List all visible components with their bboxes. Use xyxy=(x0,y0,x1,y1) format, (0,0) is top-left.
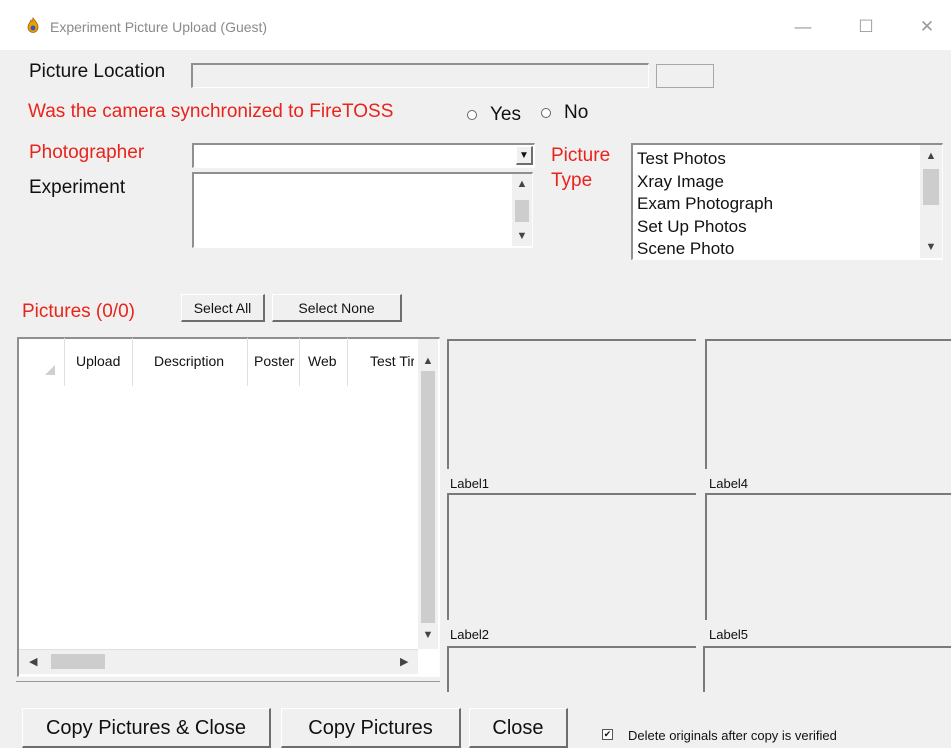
preview-panel-4[interactable] xyxy=(705,339,951,469)
grid-body[interactable] xyxy=(19,387,418,627)
scroll-down-icon[interactable]: ▼ xyxy=(920,241,942,253)
preview-panel-6[interactable] xyxy=(703,646,951,692)
window-title: Experiment Picture Upload (Guest) xyxy=(50,19,268,35)
grid-vertical-scrollbar[interactable]: ▲ ▼ xyxy=(418,339,438,649)
preview-panel-1[interactable] xyxy=(447,339,696,469)
column-separator xyxy=(299,338,300,386)
scroll-up-icon[interactable]: ▲ xyxy=(418,355,438,367)
close-button[interactable]: Close xyxy=(469,708,568,748)
grid-horizontal-scrollbar[interactable]: ◀ ▶ xyxy=(19,649,418,674)
grid-status-strip xyxy=(16,681,440,691)
scroll-thumb[interactable] xyxy=(51,654,105,669)
preview-label-4: Label4 xyxy=(709,476,749,491)
scroll-thumb[interactable] xyxy=(923,169,939,205)
picture-location-label: Picture Location xyxy=(29,61,166,82)
photographer-value xyxy=(194,147,198,163)
select-none-button[interactable]: Select None xyxy=(272,294,402,322)
preview-panel-3[interactable] xyxy=(447,646,696,692)
copy-pictures-close-button[interactable]: Copy Pictures & Close xyxy=(22,708,271,748)
chevron-down-icon[interactable]: ▼ xyxy=(516,146,533,165)
copy-pictures-button[interactable]: Copy Pictures xyxy=(281,708,461,748)
experiment-scrollbar[interactable]: ▲ ▼ xyxy=(512,174,532,246)
scroll-thumb[interactable] xyxy=(515,200,529,222)
column-header-description[interactable]: Description xyxy=(154,353,224,369)
column-separator xyxy=(347,338,348,386)
column-separator xyxy=(247,338,248,386)
column-header-poster[interactable]: Poster xyxy=(254,353,294,369)
title-bar: Experiment Picture Upload (Guest) — ☐ ✕ xyxy=(0,0,951,50)
preview-label-1: Label1 xyxy=(450,476,490,491)
preview-label-2: Label2 xyxy=(450,627,490,642)
pictures-grid[interactable]: ▲ ▼ ◀ ▶ xyxy=(17,337,440,677)
browse-button[interactable] xyxy=(656,64,714,88)
flame-icon xyxy=(27,17,39,33)
picture-location-value xyxy=(193,67,197,83)
delete-originals-label: Delete originals after copy is verified xyxy=(628,728,837,743)
column-header-web[interactable]: Web xyxy=(308,353,337,369)
picture-location-field[interactable] xyxy=(191,63,649,88)
picture-type-listbox[interactable]: Test Photos Xray Image Exam Photograph S… xyxy=(631,143,943,260)
sync-no-radio[interactable] xyxy=(541,108,551,118)
picture-type-item[interactable]: Xray Image xyxy=(637,171,773,194)
scroll-down-icon[interactable]: ▼ xyxy=(512,230,532,242)
scroll-right-icon[interactable]: ▶ xyxy=(400,655,408,668)
experiment-value xyxy=(194,174,198,190)
select-all-button[interactable]: Select All xyxy=(181,294,265,322)
scroll-left-icon[interactable]: ◀ xyxy=(29,655,37,668)
maximize-button[interactable]: ☐ xyxy=(851,12,881,42)
sync-no-label: No xyxy=(564,102,589,123)
picture-type-scrollbar[interactable]: ▲ ▼ xyxy=(920,145,942,258)
experiment-textarea[interactable]: ▲ ▼ xyxy=(192,172,533,248)
column-header-upload[interactable]: Upload xyxy=(76,353,120,369)
scroll-up-icon[interactable]: ▲ xyxy=(512,178,532,190)
picture-type-label-line1: Picture xyxy=(551,145,611,166)
minimize-button[interactable]: — xyxy=(788,12,818,42)
sync-yes-radio[interactable] xyxy=(467,110,477,120)
scroll-thumb[interactable] xyxy=(421,371,435,623)
column-header-test-time[interactable]: Test Tir xyxy=(370,353,414,369)
photographer-label: Photographer xyxy=(29,142,145,163)
scroll-corner xyxy=(418,649,438,673)
sync-question-label: Was the camera synchronized to FireTOSS xyxy=(28,101,394,122)
picture-type-item[interactable]: Set Up Photos xyxy=(637,216,773,239)
scroll-up-icon[interactable]: ▲ xyxy=(920,150,942,162)
delete-originals-checkbox[interactable]: ✔ xyxy=(602,729,613,740)
picture-type-item[interactable]: Test Photos xyxy=(637,148,773,171)
column-separator xyxy=(64,338,65,386)
close-window-button[interactable]: ✕ xyxy=(912,12,942,42)
sync-yes-label: Yes xyxy=(490,104,521,125)
photographer-dropdown[interactable]: ▼ xyxy=(192,143,535,168)
pictures-heading: Pictures (0/0) xyxy=(22,301,135,322)
experiment-label: Experiment xyxy=(29,177,126,198)
picture-type-label-line2: Type xyxy=(551,170,593,191)
sort-corner-icon xyxy=(45,365,55,375)
preview-panel-5[interactable] xyxy=(705,493,951,620)
column-separator xyxy=(132,338,133,386)
picture-type-item[interactable]: Scene Photo xyxy=(637,238,773,261)
preview-label-5: Label5 xyxy=(709,627,749,642)
picture-type-items: Test Photos Xray Image Exam Photograph S… xyxy=(637,148,773,261)
picture-type-item[interactable]: Exam Photograph xyxy=(637,193,773,216)
scroll-down-icon[interactable]: ▼ xyxy=(418,629,438,641)
preview-panel-2[interactable] xyxy=(447,493,696,620)
